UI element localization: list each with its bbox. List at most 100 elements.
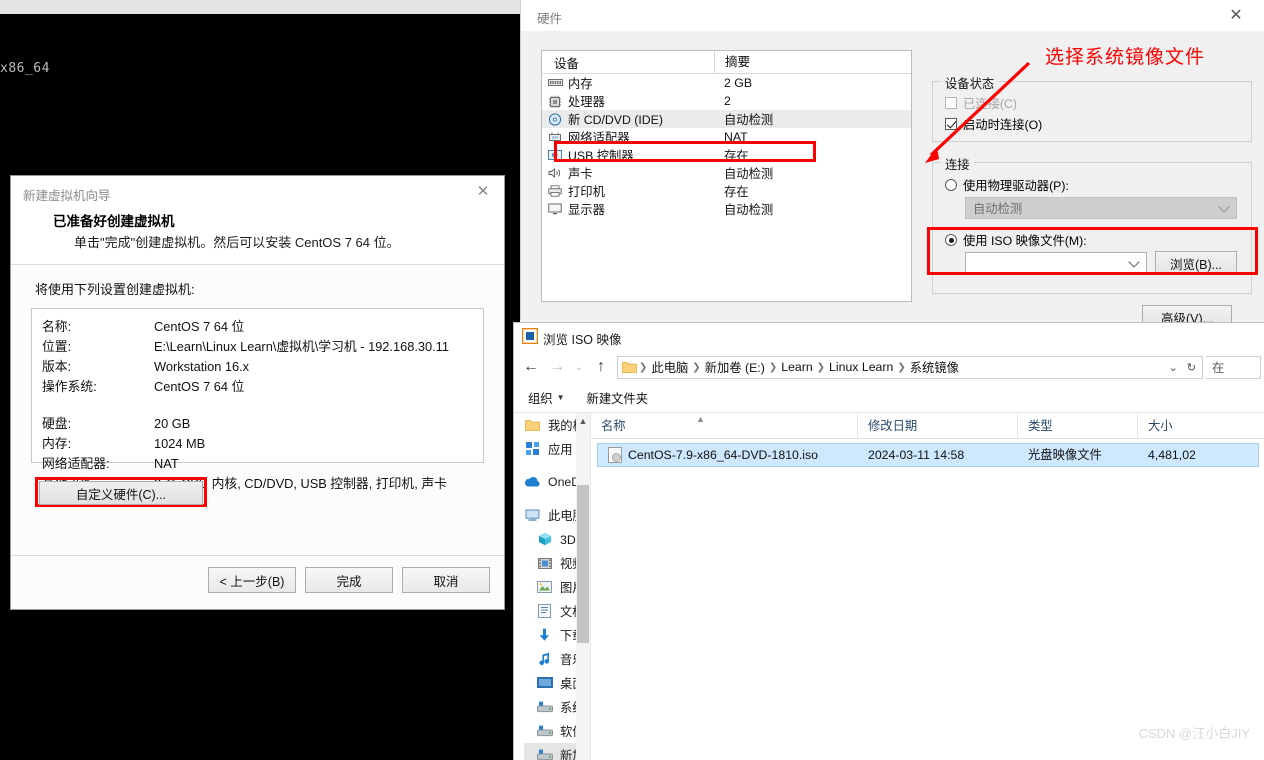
device-row-5[interactable]: 声卡 自动检测	[542, 164, 911, 182]
video-icon	[536, 555, 553, 571]
device-row-7[interactable]: 显示器 自动检测	[542, 200, 911, 218]
command-label: 新建文件夹	[586, 391, 649, 406]
device-row-0[interactable]: 内存 2 GB	[542, 74, 911, 92]
close-icon[interactable]: ✕	[1216, 0, 1256, 30]
forward-icon[interactable]: →	[544, 354, 570, 380]
summary-row: 名称: CentOS 7 64 位	[42, 317, 473, 337]
use-iso-radio[interactable]	[945, 234, 957, 246]
scroll-up-icon[interactable]: ▲	[576, 413, 590, 428]
use-physical-drive-label: 使用物理驱动器(P):	[963, 179, 1069, 193]
hardware-title: 硬件	[537, 12, 563, 26]
breadcrumb-item-1[interactable]: 新加卷 (E:)	[702, 358, 768, 376]
iso-path-combobox[interactable]	[965, 252, 1147, 274]
summary-row: 网络适配器: NAT	[42, 454, 473, 474]
file-row[interactable]: CentOS-7.9-x86_64-DVD-1810.iso 2024-03-11…	[597, 443, 1259, 467]
command-items: 组织 ▼ 新建文件夹	[528, 389, 648, 407]
connected-checkbox-row[interactable]: 已连接(C)	[945, 94, 1017, 112]
vm-summary-box: 名称: CentOS 7 64 位位置: E:\Learn\Linux Learn\…	[31, 308, 484, 491]
new-vm-wizard-window: 新建虚拟机向导 ✕ 已准备好创建虚拟机 单击"完成"创建虚拟机。然后可以安装 C…	[10, 175, 505, 610]
file-list-header: ▲ 名称 修改日期 类型 大小	[591, 412, 1264, 439]
summary-row: 操作系统: CentOS 7 64 位	[42, 377, 473, 397]
breadcrumb-item-3[interactable]: Linux Learn	[826, 360, 896, 374]
recent-locations-icon[interactable]: ⌄	[570, 354, 588, 380]
processor-icon	[548, 95, 563, 108]
wizard-titlebar: 新建虚拟机向导 ✕	[11, 176, 504, 210]
navigation-scrollbar[interactable]: ▲	[576, 413, 590, 760]
summary-value: CentOS 7 64 位	[154, 319, 245, 335]
custom-hardware-button[interactable]: 自定义硬件(C)...	[39, 481, 203, 506]
device-row-3[interactable]: 网络适配器 NAT	[542, 128, 911, 146]
device-row-2[interactable]: 新 CD/DVD (IDE) 自动检测	[542, 110, 911, 128]
device-summary: 2 GB	[724, 76, 753, 90]
summary-key: 硬盘:	[42, 416, 72, 432]
device-summary: 自动检测	[724, 203, 774, 217]
browse-button[interactable]: 浏览(B)...	[1155, 251, 1237, 275]
close-icon[interactable]: ✕	[462, 176, 504, 206]
console-text: x86_64	[0, 61, 50, 76]
breadcrumb-separator: ❯	[897, 361, 906, 373]
scrollbar-thumb[interactable]	[577, 485, 589, 643]
file-modified: 2024-03-11 14:58	[868, 448, 965, 462]
chevron-down-icon: ▼	[556, 393, 565, 402]
device-list[interactable]: 设备 摘要 内存 2 GB 处理器 2 新 CD/DVD (IDE) 自动检测 网络适配器 N…	[541, 50, 912, 302]
device-summary: 自动检测	[724, 113, 774, 127]
file-column-header-0[interactable]: 名称	[591, 413, 857, 439]
breadcrumb-items: 此电脑 ❯ 新加卷 (E:) ❯ Learn ❯ Linux Learn ❯ 系统镜像	[648, 358, 962, 376]
file-browser-window: 浏览 ISO 映像 ← → ⌄ ↑ ❯ 此电脑 ❯ 新加卷 (E:) ❯ Learn ❯ L…	[513, 322, 1264, 760]
device-status-legend: 设备状态	[941, 74, 999, 92]
file-size: 4,481,02	[1148, 448, 1196, 462]
summary-row: 硬盘: 20 GB	[42, 414, 473, 434]
device-name: 新 CD/DVD (IDE)	[568, 113, 663, 127]
device-row-1[interactable]: 处理器 2	[542, 92, 911, 110]
breadcrumb[interactable]: ❯ 此电脑 ❯ 新加卷 (E:) ❯ Learn ❯ Linux Learn ❯ 系统镜像 ⌄ …	[617, 355, 1203, 379]
network-icon	[548, 131, 563, 144]
summary-key: 操作系统:	[42, 379, 97, 395]
folder-icon	[621, 359, 638, 375]
summary-key: 版本:	[42, 359, 72, 375]
breadcrumb-separator: ❯	[639, 361, 648, 373]
breadcrumb-item-0[interactable]: 此电脑	[648, 358, 691, 376]
wizard-footer-button-0[interactable]: < 上一步(B)	[208, 567, 296, 593]
physical-drive-combobox[interactable]: 自动检测	[965, 197, 1237, 219]
back-icon[interactable]: ←	[518, 354, 544, 380]
up-icon[interactable]: ↑	[588, 354, 614, 380]
summary-value: Workstation 16.x	[154, 359, 250, 375]
device-row-4[interactable]: USB 控制器 存在	[542, 146, 911, 164]
hardware-content: 设备 摘要 内存 2 GB 处理器 2 新 CD/DVD (IDE) 自动检测 网络适配器 N…	[521, 31, 1264, 329]
breadcrumb-dropdown-icon[interactable]: ⌄	[1169, 361, 1178, 374]
music-icon	[536, 651, 553, 667]
hardware-titlebar: 硬件 ✕	[521, 0, 1264, 31]
connected-checkbox[interactable]	[945, 97, 957, 109]
connect-at-power-on-checkbox[interactable]	[945, 118, 957, 130]
custom-hardware-highlight-wrap: 自定义硬件(C)...	[35, 477, 207, 508]
breadcrumb-item-4[interactable]: 系统镜像	[907, 358, 962, 376]
device-row-6[interactable]: 打印机 存在	[542, 182, 911, 200]
search-input[interactable]: 在	[1206, 355, 1261, 379]
summary-key: 内存:	[42, 436, 72, 452]
file-column-header-2[interactable]: 类型	[1017, 412, 1137, 439]
refresh-icon[interactable]: ↻	[1187, 361, 1196, 374]
device-summary: 2	[724, 94, 731, 108]
breadcrumb-item-2[interactable]: Learn	[778, 360, 815, 374]
file-name: CentOS-7.9-x86_64-DVD-1810.iso	[628, 448, 819, 462]
apps-icon	[524, 441, 541, 457]
wizard-footer-button-1[interactable]: 完成	[305, 567, 393, 593]
use-physical-drive-radio[interactable]	[945, 179, 957, 191]
command-1[interactable]: 新建文件夹	[587, 389, 649, 407]
command-0[interactable]: 组织 ▼	[528, 389, 565, 407]
summary-key: 网络适配器:	[42, 456, 110, 472]
folder-icon	[524, 417, 541, 433]
desktop-top-strip	[0, 0, 520, 14]
wizard-lead-text: 将使用下列设置创建虚拟机:	[35, 282, 195, 298]
thispc-icon	[524, 507, 541, 523]
connect-at-power-on-row[interactable]: 启动时连接(O)	[945, 115, 1042, 133]
file-column-header-1[interactable]: 修改日期	[857, 412, 1017, 439]
device-name: USB 控制器	[568, 149, 634, 163]
navigation-pane: 我的模板应用OneDrive此电脑3D 对象视频图片文档下载音乐桌面系统 (C:…	[514, 413, 591, 760]
wizard-footer-button-2[interactable]: 取消	[402, 567, 490, 593]
device-status-group: 设备状态 已连接(C) 启动时连接(O)	[932, 74, 1252, 142]
use-physical-drive-row[interactable]: 使用物理驱动器(P):	[945, 176, 1069, 194]
file-column-header-3[interactable]: 大小	[1137, 412, 1257, 439]
file-type: 光盘映像文件	[1028, 448, 1102, 462]
use-iso-row[interactable]: 使用 ISO 映像文件(M):	[945, 231, 1087, 249]
